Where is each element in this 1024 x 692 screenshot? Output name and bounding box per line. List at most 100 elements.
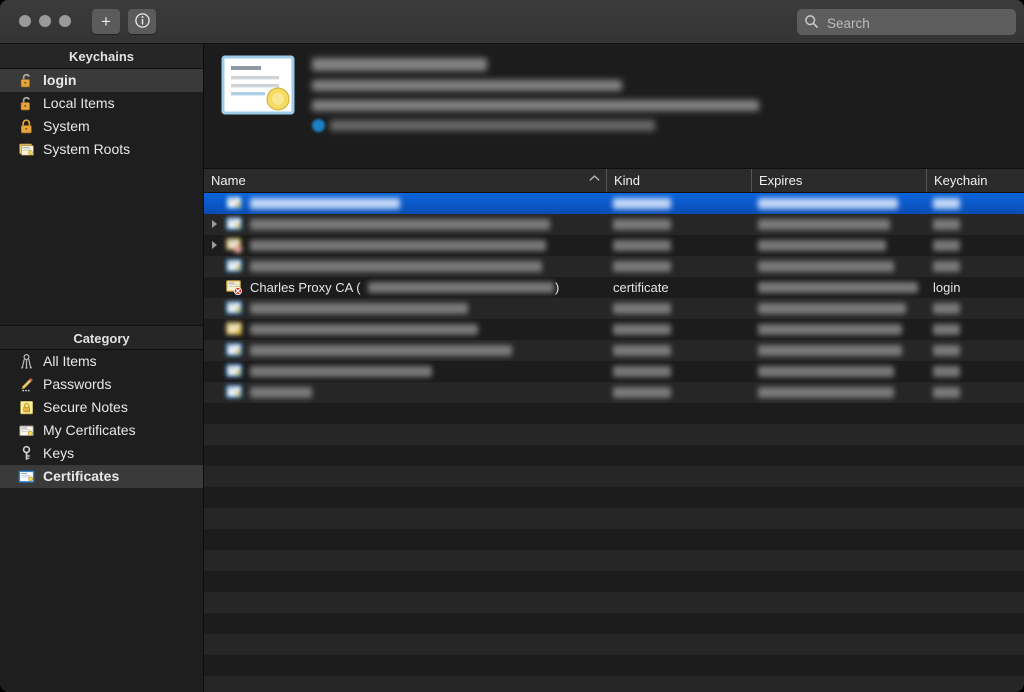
table-row[interactable] xyxy=(204,361,1024,382)
table-row[interactable] xyxy=(204,193,1024,214)
certificate-name-redacted xyxy=(312,58,487,71)
cell-expires-redacted xyxy=(758,387,894,398)
table-row[interactable] xyxy=(204,340,1024,361)
keychains-section-header: Keychains xyxy=(0,44,203,69)
cell-name-redacted xyxy=(250,240,546,251)
table-body: Charles Proxy CA () certificate login xyxy=(204,193,1024,692)
table-row[interactable] xyxy=(204,214,1024,235)
show-info-button[interactable] xyxy=(128,9,156,34)
add-item-button[interactable]: + xyxy=(92,9,120,34)
cell-expires-redacted xyxy=(758,198,898,209)
sidebar-item-certificates[interactable]: Certificates xyxy=(0,465,203,488)
table-row[interactable] xyxy=(204,298,1024,319)
certificate-invalid-icon xyxy=(226,238,243,254)
cell-kind-redacted xyxy=(613,303,671,314)
sidebar-item-label: login xyxy=(43,72,77,88)
certificate-icon xyxy=(226,196,243,211)
cell-expires-redacted xyxy=(758,324,902,335)
pencil-icon xyxy=(18,376,35,393)
certificate-icon xyxy=(226,343,243,358)
sidebar-item-label: Secure Notes xyxy=(43,399,128,415)
table-row[interactable]: Charles Proxy CA () certificate login xyxy=(204,277,1024,298)
cell-name-redacted-part xyxy=(368,282,554,293)
sidebar-item-label: All Items xyxy=(43,353,97,369)
cell-name-redacted xyxy=(250,198,400,209)
sidebar-item-local-items[interactable]: Local Items xyxy=(0,92,203,115)
table-row[interactable] xyxy=(204,319,1024,340)
certificate-icon xyxy=(226,259,243,274)
sidebar-item-passwords[interactable]: Passwords xyxy=(0,373,203,396)
cell-keychain-redacted xyxy=(933,240,960,251)
cell-expires-redacted xyxy=(758,240,886,251)
info-icon xyxy=(128,9,156,34)
table-empty-row xyxy=(204,613,1024,634)
minimize-window-button[interactable] xyxy=(39,15,51,27)
cell-expires-redacted xyxy=(758,345,902,356)
sidebar-item-label: My Certificates xyxy=(43,422,136,438)
keyring-icon xyxy=(18,353,35,370)
table-header-row: Name Kind Expires Keychain xyxy=(204,168,1024,193)
certificate-stack-icon xyxy=(18,141,35,158)
cell-kind-redacted xyxy=(613,345,671,356)
sidebar-item-secure-notes[interactable]: Secure Notes xyxy=(0,396,203,419)
table-empty-row xyxy=(204,550,1024,571)
maximize-window-button[interactable] xyxy=(59,15,71,27)
certificate-icon xyxy=(226,364,243,379)
cell-expires-redacted xyxy=(758,303,906,314)
sidebar-item-all-items[interactable]: All Items xyxy=(0,350,203,373)
unlocked-keychain-icon xyxy=(18,72,35,89)
certificate-status-redacted xyxy=(330,120,655,131)
cell-name-redacted xyxy=(250,261,542,272)
cell-name-suffix: ) xyxy=(555,280,560,295)
cell-kind-redacted xyxy=(613,240,671,251)
table-empty-row xyxy=(204,445,1024,466)
sidebar-item-keys[interactable]: Keys xyxy=(0,442,203,465)
cell-name-redacted xyxy=(250,366,432,377)
table-row[interactable] xyxy=(204,235,1024,256)
cell-expires-redacted xyxy=(758,282,918,293)
column-header-name[interactable]: Name xyxy=(204,169,606,192)
disclosure-triangle-icon[interactable] xyxy=(212,220,217,228)
certificate-detail-panel xyxy=(204,44,1024,168)
sidebar-item-login[interactable]: login xyxy=(0,69,203,92)
sidebar-item-system[interactable]: System xyxy=(0,115,203,138)
certificate-large-icon xyxy=(220,55,296,117)
sidebar-item-label: Local Items xyxy=(43,95,115,111)
cell-name-redacted xyxy=(250,387,312,398)
keychain-access-window: + Keychains xyxy=(0,0,1024,692)
cell-kind-redacted xyxy=(613,219,671,230)
column-header-keychain[interactable]: Keychain xyxy=(926,169,1024,192)
cell-name-redacted xyxy=(250,345,512,356)
cell-expires-redacted xyxy=(758,219,890,230)
search-field[interactable] xyxy=(797,9,1016,37)
cell-expires-redacted xyxy=(758,261,894,272)
search-input[interactable] xyxy=(825,9,1014,37)
disclosure-triangle-icon[interactable] xyxy=(212,241,217,249)
cell-name-redacted xyxy=(250,303,468,314)
table-empty-row xyxy=(204,466,1024,487)
certificate-detail-text xyxy=(312,58,952,140)
close-window-button[interactable] xyxy=(19,15,31,27)
column-header-expires[interactable]: Expires xyxy=(751,169,926,192)
plus-icon: + xyxy=(101,12,111,31)
certificate-icon xyxy=(18,468,35,485)
table-empty-row xyxy=(204,592,1024,613)
cell-name-redacted xyxy=(250,324,478,335)
table-row[interactable] xyxy=(204,382,1024,403)
sidebar-item-label: Passwords xyxy=(43,376,112,392)
sidebar-item-label: Certificates xyxy=(43,468,120,484)
cell-keychain-redacted xyxy=(933,219,960,230)
column-header-kind[interactable]: Kind xyxy=(606,169,751,192)
sidebar-item-system-roots[interactable]: System Roots xyxy=(0,138,203,161)
table-empty-row xyxy=(204,403,1024,424)
table-row[interactable] xyxy=(204,256,1024,277)
sidebar-item-my-certificates[interactable]: My Certificates xyxy=(0,419,203,442)
certificate-icon xyxy=(226,301,243,316)
locked-keychain-icon xyxy=(18,118,35,135)
cell-name-text: Charles Proxy CA ( xyxy=(250,280,361,295)
cell-kind-redacted xyxy=(613,198,671,209)
cell-keychain-redacted xyxy=(933,345,960,356)
cell-kind-redacted xyxy=(613,366,671,377)
sidebar-item-label: Keys xyxy=(43,445,75,461)
cell-keychain-redacted xyxy=(933,324,960,335)
